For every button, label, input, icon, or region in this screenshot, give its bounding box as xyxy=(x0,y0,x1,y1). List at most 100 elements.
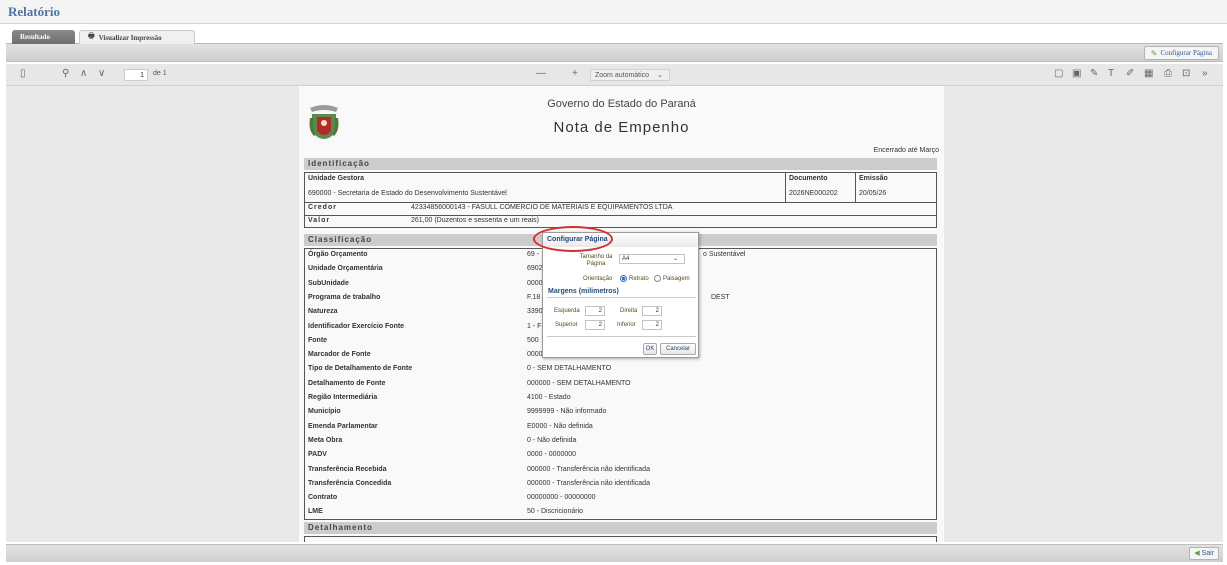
save-icon[interactable]: ⊡ xyxy=(1182,68,1190,79)
page-count: de 1 xyxy=(153,70,167,77)
draw-icon[interactable]: ✎ xyxy=(1090,68,1098,79)
chevron-down-icon[interactable]: ∨ xyxy=(98,68,105,79)
app-window: Relatório Resultado 🖶 Visualizar Impress… xyxy=(0,0,1227,565)
direita-input[interactable]: 2 xyxy=(642,306,662,316)
retrato-radio[interactable] xyxy=(620,275,627,282)
unidade-gestora-value: 690000 - Secretaria de Estado do Desenvo… xyxy=(308,190,507,197)
chevron-down-icon: ⌄ xyxy=(672,256,678,262)
classificacao-label: PADV xyxy=(308,451,327,459)
tab-resultado[interactable]: Resultado xyxy=(12,30,75,44)
tamanho-label: Tamanho da Página xyxy=(579,254,613,267)
classificacao-label: Detalhamento de Fonte xyxy=(308,379,386,387)
classificacao-value: 500 xyxy=(527,336,539,344)
classificacao-value: 00000000 - 00000000 xyxy=(527,494,596,502)
classificacao-label: LME xyxy=(308,508,323,516)
settings-icon: ✎ xyxy=(1150,48,1158,58)
valor-label: Valor xyxy=(308,217,331,224)
page-size-value: A4 xyxy=(622,256,630,262)
emissao-value: 20/05/26 xyxy=(859,190,887,197)
classificacao-value: 000000 - SEM DETALHAMENTO xyxy=(527,379,631,387)
classificacao-label: Meta Obra xyxy=(308,436,343,444)
divider xyxy=(305,202,936,203)
classificacao-value: 1 - F xyxy=(527,322,542,330)
classificacao-label: Município xyxy=(308,408,341,416)
tab-bar: Resultado 🖶 Visualizar Impressão xyxy=(6,30,1223,44)
comment-icon[interactable]: ▢ xyxy=(1054,68,1063,79)
zoom-select[interactable]: Zoom automático ⌄ xyxy=(590,69,670,81)
inferior-label: Inferior xyxy=(617,322,636,328)
configure-page-label: Configurar Página xyxy=(1160,49,1212,57)
credor-label: Credor xyxy=(308,204,337,211)
detalhamento-table xyxy=(304,536,937,542)
tab-visualizar-impressao[interactable]: 🖶 Visualizar Impressão xyxy=(79,30,195,44)
chevron-up-icon[interactable]: ∧ xyxy=(80,68,87,79)
ok-button[interactable]: OK xyxy=(643,343,657,355)
classificacao-label: Natureza xyxy=(308,308,338,316)
page-number-input[interactable]: 1 xyxy=(124,69,148,81)
classificacao-value: E0000 - Não definida xyxy=(527,422,593,430)
classificacao-label: Identificador Exercício Fonte xyxy=(308,322,405,330)
gov-title: Governo do Estado do Paraná xyxy=(547,98,696,110)
superior-input[interactable]: 2 xyxy=(585,320,605,330)
section-detalhamento: Detalhamento xyxy=(304,522,937,534)
viewer-toolbar: ▯ ⚲ ∧ ∨ 1 de 1 — + Zoom automático ⌄ ▢ ▣… xyxy=(6,64,1223,86)
classificacao-label: Região Intermediária xyxy=(308,394,378,401)
chevron-down-icon: ⌄ xyxy=(657,72,663,79)
classificacao-label: SubUnidade xyxy=(308,279,349,287)
classificacao-label: Unidade Orçamentária xyxy=(308,265,383,273)
search-icon[interactable]: ⚲ xyxy=(62,68,69,79)
cancel-button[interactable]: Cancelar xyxy=(660,343,696,355)
credor-value: 42334856000143 - FASULL COMERCIO DE MATE… xyxy=(411,204,673,211)
classificacao-value: F.18 xyxy=(527,293,541,301)
zoom-in-button[interactable]: + xyxy=(572,68,578,79)
printer-icon: 🖶 xyxy=(88,32,95,40)
title-bar: Relatório xyxy=(0,0,1227,24)
highlight-icon[interactable]: ▣ xyxy=(1072,68,1081,79)
classificacao-value: 69 - xyxy=(527,251,540,258)
app-title: Relatório xyxy=(8,4,60,19)
doc-title: Nota de Empenho xyxy=(553,119,690,136)
direita-label: Direita xyxy=(620,308,638,314)
page-size-select[interactable]: A4 ⌄ xyxy=(619,254,685,264)
esquerda-label: Esquerda xyxy=(554,308,580,314)
zoom-out-button[interactable]: — xyxy=(536,68,546,79)
orientacao-label: Orientação xyxy=(583,276,613,282)
divider xyxy=(855,173,856,202)
unidade-gestora-label: Unidade Gestora xyxy=(308,175,365,182)
divider xyxy=(547,336,696,337)
exit-label: Sair xyxy=(1201,550,1214,557)
text-icon[interactable]: T xyxy=(1108,68,1114,79)
classificacao-value: 0 - Não definida xyxy=(527,436,577,444)
classificacao-value: 6902 xyxy=(527,265,543,273)
classificacao-value: 0 - SEM DETALHAMENTO xyxy=(527,365,612,373)
classificacao-label: Fonte xyxy=(308,336,328,344)
action-bar: ✎ Configurar Página xyxy=(6,44,1223,62)
classificacao-label: Transferência Concedida xyxy=(308,479,392,487)
classificacao-value: 0000 xyxy=(527,351,543,359)
print-icon[interactable]: ⎙ xyxy=(1164,68,1172,79)
bottom-bar: ◀ Sair xyxy=(6,544,1223,562)
tab-resultado-label: Resultado xyxy=(20,33,50,41)
image-icon[interactable]: ▦ xyxy=(1144,68,1153,79)
documento-value: 2026NE000202 xyxy=(789,190,838,197)
sidebar-toggle-icon[interactable]: ▯ xyxy=(20,68,26,79)
divider xyxy=(785,173,786,202)
configure-page-button[interactable]: ✎ Configurar Página xyxy=(1143,46,1219,60)
classificacao-label: Transferência Recebida xyxy=(308,465,387,473)
pen-icon[interactable]: ✐ xyxy=(1126,68,1134,79)
classificacao-value: 4100 - Estado xyxy=(527,394,571,401)
exit-button[interactable]: ◀ Sair xyxy=(1189,547,1219,560)
paisagem-radio[interactable] xyxy=(654,275,661,282)
classificacao-label: Programa de trabalho xyxy=(308,293,381,301)
esquerda-input[interactable]: 2 xyxy=(585,306,605,316)
margens-label: Margens (milimetros) xyxy=(548,288,619,295)
classificacao-value: 0000 - 0000000 xyxy=(527,451,577,459)
classificacao-label: Órgão Orçamento xyxy=(308,251,368,258)
classificacao-label: Emenda Parlamentar xyxy=(308,422,378,430)
more-tools-icon[interactable]: » xyxy=(1202,68,1208,79)
emissao-label: Emissão xyxy=(859,175,888,182)
classificacao-label: Marcador de Fonte xyxy=(308,351,371,359)
classificacao-label: Contrato xyxy=(308,494,338,502)
inferior-input[interactable]: 2 xyxy=(642,320,662,330)
valor-value: 261,00 (Duzentos e sessenta e um reais) xyxy=(411,217,540,224)
